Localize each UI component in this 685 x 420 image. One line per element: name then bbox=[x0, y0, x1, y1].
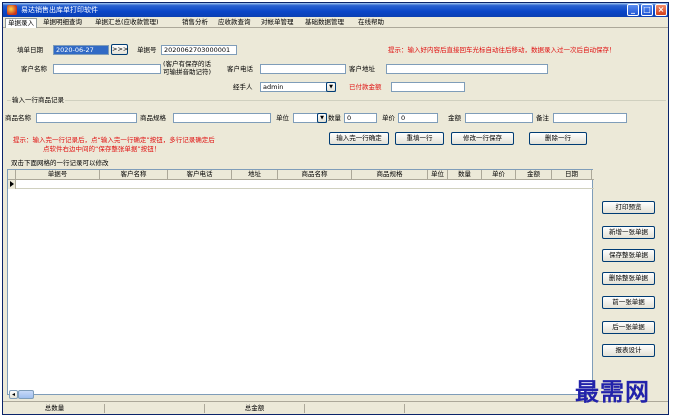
total-amount-value bbox=[305, 404, 405, 413]
tab-sales-analysis[interactable]: 销售分析 bbox=[180, 18, 210, 28]
save-doc-button[interactable]: 保存整张单据 bbox=[602, 249, 655, 262]
records-grid[interactable]: 单据号 客户名称 客户电话 地址 商品名称 商品规格 单位 数量 单价 金额 日… bbox=[7, 169, 594, 395]
date-label: 填单日期 bbox=[17, 46, 43, 54]
customer-address-label: 客户地址 bbox=[349, 65, 375, 73]
grid-caption: 双击下面网格的一行记录可以修改 bbox=[11, 159, 109, 167]
grid-header: 单据号 客户名称 客户电话 地址 商品名称 商品规格 单位 数量 单价 金额 日… bbox=[8, 170, 594, 180]
handler-dropdown-icon[interactable]: ▼ bbox=[326, 82, 336, 92]
watermark-logo: 最需网 bbox=[575, 377, 650, 406]
tab-receivable-query[interactable]: 应收款查询 bbox=[216, 18, 253, 28]
product-name-field[interactable] bbox=[36, 113, 137, 123]
prev-doc-button[interactable]: 前一张单据 bbox=[602, 296, 655, 309]
handler-label: 经手人 bbox=[233, 83, 253, 91]
price-label: 单价 bbox=[382, 114, 395, 122]
new-doc-button[interactable]: 新增一张单据 bbox=[602, 226, 655, 239]
customer-name-label: 客户名称 bbox=[21, 65, 47, 73]
col-qty[interactable]: 数量 bbox=[448, 170, 482, 180]
next-doc-button[interactable]: 后一张单据 bbox=[602, 321, 655, 334]
table-row[interactable] bbox=[8, 180, 594, 189]
remark-field[interactable] bbox=[553, 113, 627, 123]
app-icon bbox=[7, 5, 17, 15]
col-customer-phone[interactable]: 客户电话 bbox=[168, 170, 232, 180]
col-product-spec[interactable]: 商品规格 bbox=[352, 170, 428, 180]
tab-detail-query[interactable]: 单据明细查询 bbox=[41, 18, 84, 28]
line-hint-1: 提示：输入完一行记录后，点“输入完一行确定”按钮，多行记录确定后 bbox=[13, 136, 215, 144]
minimize-button[interactable]: _ bbox=[627, 4, 639, 16]
title-bar[interactable]: 易达销售出库单打印软件 _ □ × bbox=[3, 3, 668, 17]
tab-base-data[interactable]: 基础数据管理 bbox=[303, 18, 346, 28]
tab-summary[interactable]: 单据汇总(应收款管理) bbox=[93, 18, 161, 28]
total-qty-value bbox=[105, 404, 205, 413]
col-product-name[interactable]: 商品名称 bbox=[278, 170, 352, 180]
amount-label: 金额 bbox=[448, 114, 461, 122]
total-qty-label: 总数量 bbox=[5, 404, 105, 413]
status-bar: 总数量 总金额 bbox=[3, 401, 668, 414]
paid-label: 已付款金额 bbox=[349, 83, 382, 91]
paid-field[interactable] bbox=[391, 82, 465, 92]
scroll-left-icon[interactable]: ◂ bbox=[9, 390, 18, 399]
customer-phone-label: 客户电话 bbox=[227, 65, 253, 73]
tab-bar: 单据录入 单据明细查询 单据汇总(应收款管理) 销售分析 应收款查询 对帐单管理… bbox=[3, 17, 668, 28]
customer-phone-field[interactable] bbox=[260, 64, 346, 74]
save-row-button[interactable]: 修改一行保存 bbox=[451, 132, 514, 145]
window-title: 易达销售出库单打印软件 bbox=[21, 6, 98, 14]
delete-doc-button[interactable]: 删除整张单据 bbox=[602, 272, 655, 285]
col-date[interactable]: 日期 bbox=[552, 170, 592, 180]
tab-entry[interactable]: 单据录入 bbox=[5, 18, 37, 28]
grid-corner bbox=[8, 170, 16, 180]
col-docno[interactable]: 单据号 bbox=[16, 170, 100, 180]
product-spec-field[interactable] bbox=[173, 113, 271, 123]
qty-label: 数量 bbox=[328, 114, 341, 122]
qty-field[interactable]: 0 bbox=[344, 113, 377, 123]
report-design-button[interactable]: 报表设计 bbox=[602, 344, 655, 357]
delete-row-button[interactable]: 删除一行 bbox=[529, 132, 587, 145]
price-field[interactable]: 0 bbox=[398, 113, 438, 123]
scroll-thumb[interactable] bbox=[18, 390, 34, 399]
print-preview-button[interactable]: 打印预览 bbox=[602, 201, 655, 214]
confirm-row-button[interactable]: 输入完一行确定 bbox=[329, 132, 389, 145]
unit-label: 单位 bbox=[276, 114, 289, 122]
main-window: 易达销售出库单打印软件 _ □ × 单据录入 单据明细查询 单据汇总(应收款管理… bbox=[2, 2, 669, 415]
col-price[interactable]: 单价 bbox=[482, 170, 516, 180]
date-picker-button[interactable]: >>> bbox=[111, 44, 128, 55]
customer-name-field[interactable] bbox=[53, 64, 161, 74]
reset-row-button[interactable]: 重填一行 bbox=[395, 132, 444, 145]
total-amount-label: 总金额 bbox=[205, 404, 305, 413]
customer-address-field[interactable] bbox=[386, 64, 548, 74]
tab-statement[interactable]: 对帐单管理 bbox=[259, 18, 296, 28]
product-spec-label: 商品规格 bbox=[140, 114, 166, 122]
col-unit[interactable]: 单位 bbox=[428, 170, 448, 180]
entry-hint: 提示：输入好内容后直接回车光标自动往后移动，数据录入过一次后自动保存！ bbox=[388, 46, 616, 54]
current-row-icon bbox=[8, 180, 16, 189]
line-hint-2: 点软件右边中间的“保存整张单据”按钮！ bbox=[43, 145, 161, 153]
line-entry-divider bbox=[7, 100, 666, 101]
docno-field[interactable]: 2020062703000001 bbox=[161, 45, 237, 55]
docno-label: 单据号 bbox=[137, 46, 157, 54]
maximize-button[interactable]: □ bbox=[641, 4, 653, 16]
amount-field[interactable] bbox=[465, 113, 533, 123]
line-entry-title: 输入一行商品记录 bbox=[11, 96, 65, 105]
remark-label: 备注 bbox=[536, 114, 549, 122]
col-amount[interactable]: 金额 bbox=[516, 170, 552, 180]
customer-note-line1: (客户有保存的话 bbox=[163, 60, 212, 68]
col-customer-name[interactable]: 客户名称 bbox=[100, 170, 168, 180]
product-name-label: 商品名称 bbox=[5, 114, 31, 122]
customer-note-line2: 可输拼音助记符) bbox=[163, 68, 212, 76]
tab-online-help[interactable]: 在线帮助 bbox=[356, 18, 386, 28]
date-field[interactable]: 2020-06-27 bbox=[53, 45, 109, 55]
handler-select[interactable]: admin bbox=[260, 82, 336, 92]
unit-dropdown-icon[interactable]: ▼ bbox=[317, 113, 327, 123]
col-address[interactable]: 地址 bbox=[232, 170, 278, 180]
close-button[interactable]: × bbox=[655, 4, 667, 16]
